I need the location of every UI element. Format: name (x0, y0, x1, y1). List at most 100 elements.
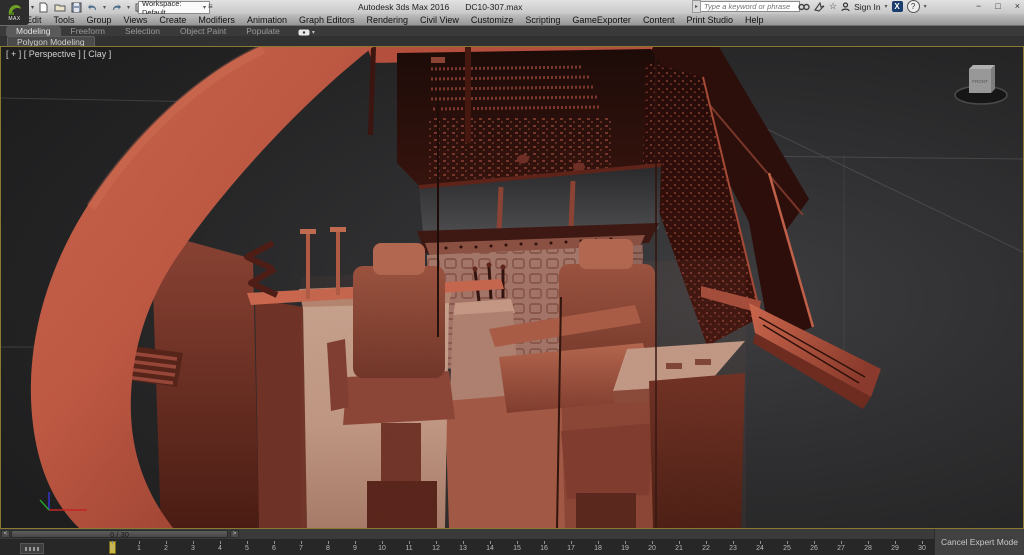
menu-item[interactable]: Rendering (367, 15, 409, 25)
ribbon-tab-object-paint[interactable]: Object Paint (170, 26, 236, 36)
app-menu-caret-icon[interactable]: ▾ (31, 4, 34, 11)
3dsmax-logo-icon (7, 4, 22, 17)
ribbon-minimize-toggle[interactable]: ▾ (298, 29, 315, 36)
app-title: Autodesk 3ds Max 2016 (358, 2, 449, 12)
world-axis-tripod (35, 486, 95, 516)
window-title: Autodesk 3ds Max 2016 DC10-307.max (358, 1, 522, 13)
cancel-expert-mode-button[interactable]: Cancel Expert Mode (934, 529, 1024, 555)
frame-tick (868, 541, 869, 544)
viewport-label[interactable]: [ + ] [ Perspective ] [ Clay ] (6, 49, 111, 59)
viewport-perspective[interactable]: [ + ] [ Perspective ] [ Clay ] FRONT (0, 46, 1024, 529)
frame-label: 30 (916, 541, 928, 555)
search-history-icon[interactable]: ▸ (692, 0, 701, 13)
frame-label: 27 (835, 541, 847, 555)
menu-item[interactable]: Tools (54, 15, 75, 25)
sign-in-caret-icon[interactable]: ▾ (885, 3, 888, 10)
user-icon (841, 2, 850, 12)
frame-label: 19 (619, 541, 631, 555)
frame-tick (706, 541, 707, 544)
frame-tick (463, 541, 464, 544)
open-file-icon[interactable] (54, 2, 66, 13)
frame-label: 24 (754, 541, 766, 555)
ribbon-tab-bar: Modeling Freeform Selection Object Paint… (0, 26, 1024, 36)
redo-caret-icon[interactable]: ▾ (127, 4, 130, 11)
menu-item[interactable]: Civil View (420, 15, 459, 25)
frame-tick (436, 541, 437, 544)
menu-item[interactable]: Views (124, 15, 148, 25)
application-menu-button[interactable]: MAX (0, 0, 29, 25)
next-frame-button[interactable]: > (230, 530, 239, 538)
previous-frame-button[interactable]: < (1, 530, 10, 538)
workspace-caret-icon: ▾ (203, 4, 206, 11)
restore-button[interactable]: □ (995, 0, 1000, 13)
ribbon-tab-selection[interactable]: Selection (115, 26, 170, 36)
menu-item[interactable]: Animation (247, 15, 287, 25)
menu-item[interactable]: Help (745, 15, 764, 25)
frame-tick (787, 541, 788, 544)
workspace-selector[interactable]: Workspace: Default ▾ (138, 1, 210, 14)
ribbon-tab-modeling[interactable]: Modeling (6, 26, 61, 36)
frame-label: 12 (430, 541, 442, 555)
help-search: ▸ (692, 1, 800, 12)
menu-item[interactable]: Content (643, 15, 675, 25)
frame-ruler: 0 1 2 3 (106, 541, 928, 555)
frame-tick (760, 541, 761, 544)
title-bar: MAX ▾ ▾ ▾ Workspace: Default ▾ ≡ Autodes… (0, 0, 1024, 15)
frame-tick (598, 541, 599, 544)
frame-tick (247, 541, 248, 544)
frame-label: 2 (160, 541, 172, 555)
menu-item[interactable]: Customize (471, 15, 514, 25)
frame-label: 14 (484, 541, 496, 555)
search-input[interactable] (701, 1, 800, 12)
frame-tick (652, 541, 653, 544)
exchange-apps-icon[interactable]: X (892, 1, 903, 12)
frame-label: 29 (889, 541, 901, 555)
track-bar[interactable]: 0 1 2 3 (0, 540, 935, 555)
frame-label: 8 (322, 541, 334, 555)
time-slider-handle[interactable]: 0 / 30 (11, 530, 228, 538)
help-caret-icon[interactable]: ▾ (924, 3, 927, 10)
favorites-star-icon[interactable]: ☆ (829, 1, 837, 12)
redo-icon[interactable] (111, 2, 122, 12)
frame-tick (544, 541, 545, 544)
menu-item[interactable]: Group (87, 15, 112, 25)
frame-tick (328, 541, 329, 544)
ribbon-tab-freeform[interactable]: Freeform (61, 26, 115, 36)
clay-render-scene[interactable] (1, 47, 1023, 528)
undo-caret-icon[interactable]: ▾ (103, 4, 106, 11)
minimize-button[interactable]: − (976, 0, 981, 13)
frame-label: 1 (133, 541, 145, 555)
mini-curve-editor-button[interactable] (20, 543, 44, 554)
toolbar-overflow-icon[interactable]: ≡ (208, 2, 213, 11)
frame-tick (301, 541, 302, 544)
frame-label: 4 (214, 541, 226, 555)
frame-tick (922, 541, 923, 544)
menu-item[interactable]: Modifiers (198, 15, 235, 25)
close-button[interactable]: × (1015, 0, 1020, 13)
time-slider[interactable]: < 0 / 30 > (0, 529, 935, 540)
quick-access-toolbar: ▾ ▾ (38, 1, 147, 13)
frame-label: 17 (565, 541, 577, 555)
undo-icon[interactable] (87, 2, 98, 12)
menu-item[interactable]: Create (159, 15, 186, 25)
frame-label: 16 (538, 541, 550, 555)
frame-tick (112, 541, 113, 544)
new-file-icon[interactable] (38, 2, 49, 13)
save-icon[interactable] (71, 2, 82, 13)
ribbon-tab-populate[interactable]: Populate (236, 26, 290, 36)
viewcube[interactable]: FRONT (949, 59, 1013, 109)
frame-label: 0 (106, 541, 118, 555)
frame-label: 13 (457, 541, 469, 555)
help-icon[interactable]: ? (907, 0, 920, 13)
subscription-icon[interactable] (814, 2, 825, 12)
infocenter-icons: ☆ Sign In ▾ X ? ▾ (798, 0, 927, 13)
frame-label: 18 (592, 541, 604, 555)
ribbon-state-icon (298, 29, 310, 36)
search-communities-icon[interactable] (798, 2, 810, 12)
menu-item[interactable]: Scripting (525, 15, 560, 25)
menu-item[interactable]: Graph Editors (299, 15, 355, 25)
frame-tick (193, 541, 194, 544)
menu-item[interactable]: GameExporter (572, 15, 631, 25)
sign-in-button[interactable]: Sign In (854, 2, 880, 12)
menu-item[interactable]: Print Studio (686, 15, 733, 25)
